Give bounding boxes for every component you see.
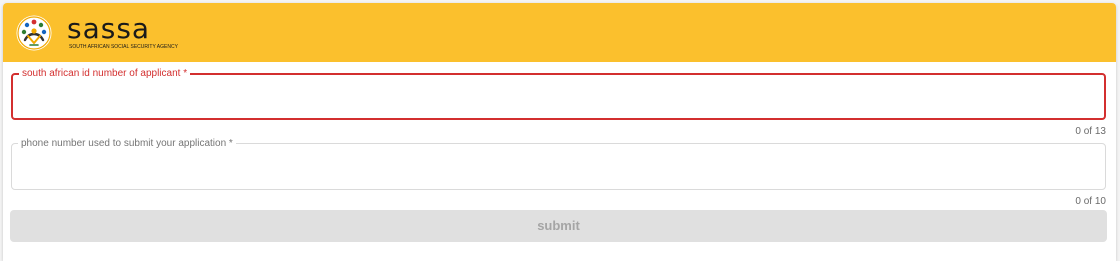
phone-number-input[interactable]	[20, 158, 1090, 178]
id-number-field[interactable]: south african id number of applicant *	[11, 68, 1106, 120]
id-number-counter: 0 of 13	[1075, 126, 1106, 137]
brand-name: sassa	[67, 12, 151, 45]
brand-subtitle: south african social security agency	[69, 44, 178, 50]
phone-number-field[interactable]: phone number used to submit your applica…	[11, 138, 1106, 190]
header-bar: sassa south african social security agen…	[3, 3, 1116, 62]
id-number-label: south african id number of applicant *	[19, 68, 191, 80]
phone-number-label: phone number used to submit your applica…	[18, 138, 236, 150]
id-number-input[interactable]	[21, 89, 1091, 109]
submit-button[interactable]: submit	[10, 210, 1107, 242]
application-status-card: sassa south african social security agen…	[3, 3, 1116, 261]
phone-number-counter: 0 of 10	[1075, 196, 1106, 207]
sassa-logo-icon	[16, 15, 52, 51]
